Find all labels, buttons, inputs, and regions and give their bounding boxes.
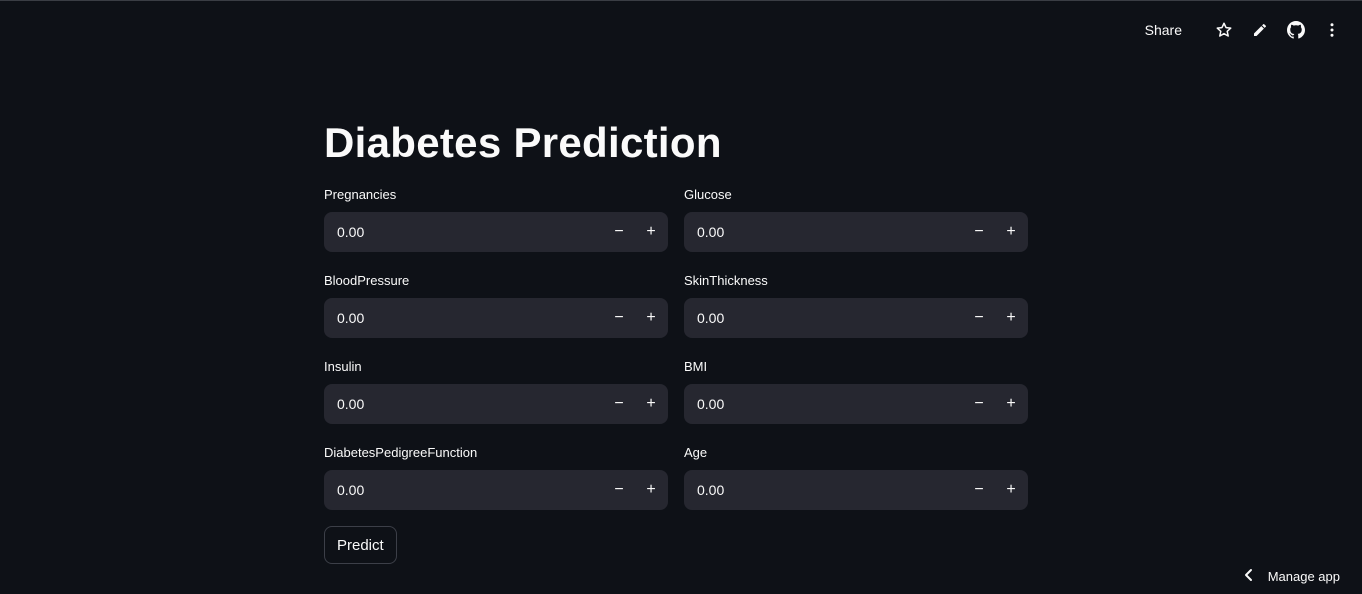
field-label: Pregnancies xyxy=(324,187,397,202)
number-input: 0.00 − + xyxy=(684,212,1028,252)
github-icon[interactable] xyxy=(1284,18,1308,42)
decrement-button[interactable]: − xyxy=(603,212,635,252)
main-content: Diabetes Prediction Pregnancies 0.00 − +… xyxy=(324,112,1028,564)
field-glucose: Glucose 0.00 − + xyxy=(684,186,1028,252)
number-input-value[interactable]: 0.00 xyxy=(684,224,963,240)
input-grid: Pregnancies 0.00 − + Glucose 0.00 − + Bl… xyxy=(324,186,1028,510)
number-input: 0.00 − + xyxy=(324,470,668,510)
decrement-button[interactable]: − xyxy=(963,298,995,338)
decrement-button[interactable]: − xyxy=(603,298,635,338)
number-input: 0.00 − + xyxy=(324,298,668,338)
number-input-value[interactable]: 0.00 xyxy=(324,396,603,412)
field-label: BloodPressure xyxy=(324,273,410,288)
number-input: 0.00 − + xyxy=(684,384,1028,424)
app-toolbar: Share xyxy=(1145,18,1344,42)
number-input-value[interactable]: 0.00 xyxy=(324,482,603,498)
increment-button[interactable]: + xyxy=(995,298,1027,338)
number-input: 0.00 − + xyxy=(684,470,1028,510)
page-title: Diabetes Prediction xyxy=(324,119,722,166)
more-vertical-icon[interactable] xyxy=(1320,18,1344,42)
field-bloodpressure: BloodPressure 0.00 − + xyxy=(324,272,668,338)
decrement-button[interactable]: − xyxy=(963,384,995,424)
number-input-value[interactable]: 0.00 xyxy=(684,482,963,498)
top-border xyxy=(0,0,1362,1)
field-diabetespedigreefunction: DiabetesPedigreeFunction 0.00 − + xyxy=(324,444,668,510)
increment-button[interactable]: + xyxy=(995,212,1027,252)
chevron-left-icon xyxy=(1244,568,1254,585)
increment-button[interactable]: + xyxy=(635,384,667,424)
decrement-button[interactable]: − xyxy=(603,384,635,424)
field-label: BMI xyxy=(684,359,708,374)
field-age: Age 0.00 − + xyxy=(684,444,1028,510)
field-label: Age xyxy=(684,445,708,460)
increment-button[interactable]: + xyxy=(635,212,667,252)
increment-button[interactable]: + xyxy=(635,298,667,338)
manage-app-button[interactable]: Manage app xyxy=(1244,566,1340,586)
number-input-value[interactable]: 0.00 xyxy=(324,224,603,240)
field-bmi: BMI 0.00 − + xyxy=(684,358,1028,424)
field-label: DiabetesPedigreeFunction xyxy=(324,445,478,460)
star-icon[interactable] xyxy=(1212,18,1236,42)
predict-button[interactable]: Predict xyxy=(324,526,397,564)
manage-app-label: Manage app xyxy=(1267,568,1340,584)
decrement-button[interactable]: − xyxy=(603,470,635,510)
pencil-icon[interactable] xyxy=(1248,18,1272,42)
field-label: SkinThickness xyxy=(684,273,768,288)
share-button[interactable]: Share xyxy=(1145,22,1182,38)
field-label: Insulin xyxy=(324,359,362,374)
field-insulin: Insulin 0.00 − + xyxy=(324,358,668,424)
field-label: Glucose xyxy=(684,187,732,202)
number-input: 0.00 − + xyxy=(684,298,1028,338)
field-skinthickness: SkinThickness 0.00 − + xyxy=(684,272,1028,338)
decrement-button[interactable]: − xyxy=(963,470,995,510)
number-input-value[interactable]: 0.00 xyxy=(324,310,603,326)
increment-button[interactable]: + xyxy=(995,470,1027,510)
number-input: 0.00 − + xyxy=(324,212,668,252)
number-input-value[interactable]: 0.00 xyxy=(684,396,963,412)
increment-button[interactable]: + xyxy=(635,470,667,510)
number-input-value[interactable]: 0.00 xyxy=(684,310,963,326)
number-input: 0.00 − + xyxy=(324,384,668,424)
increment-button[interactable]: + xyxy=(995,384,1027,424)
decrement-button[interactable]: − xyxy=(963,212,995,252)
field-pregnancies: Pregnancies 0.00 − + xyxy=(324,186,668,252)
